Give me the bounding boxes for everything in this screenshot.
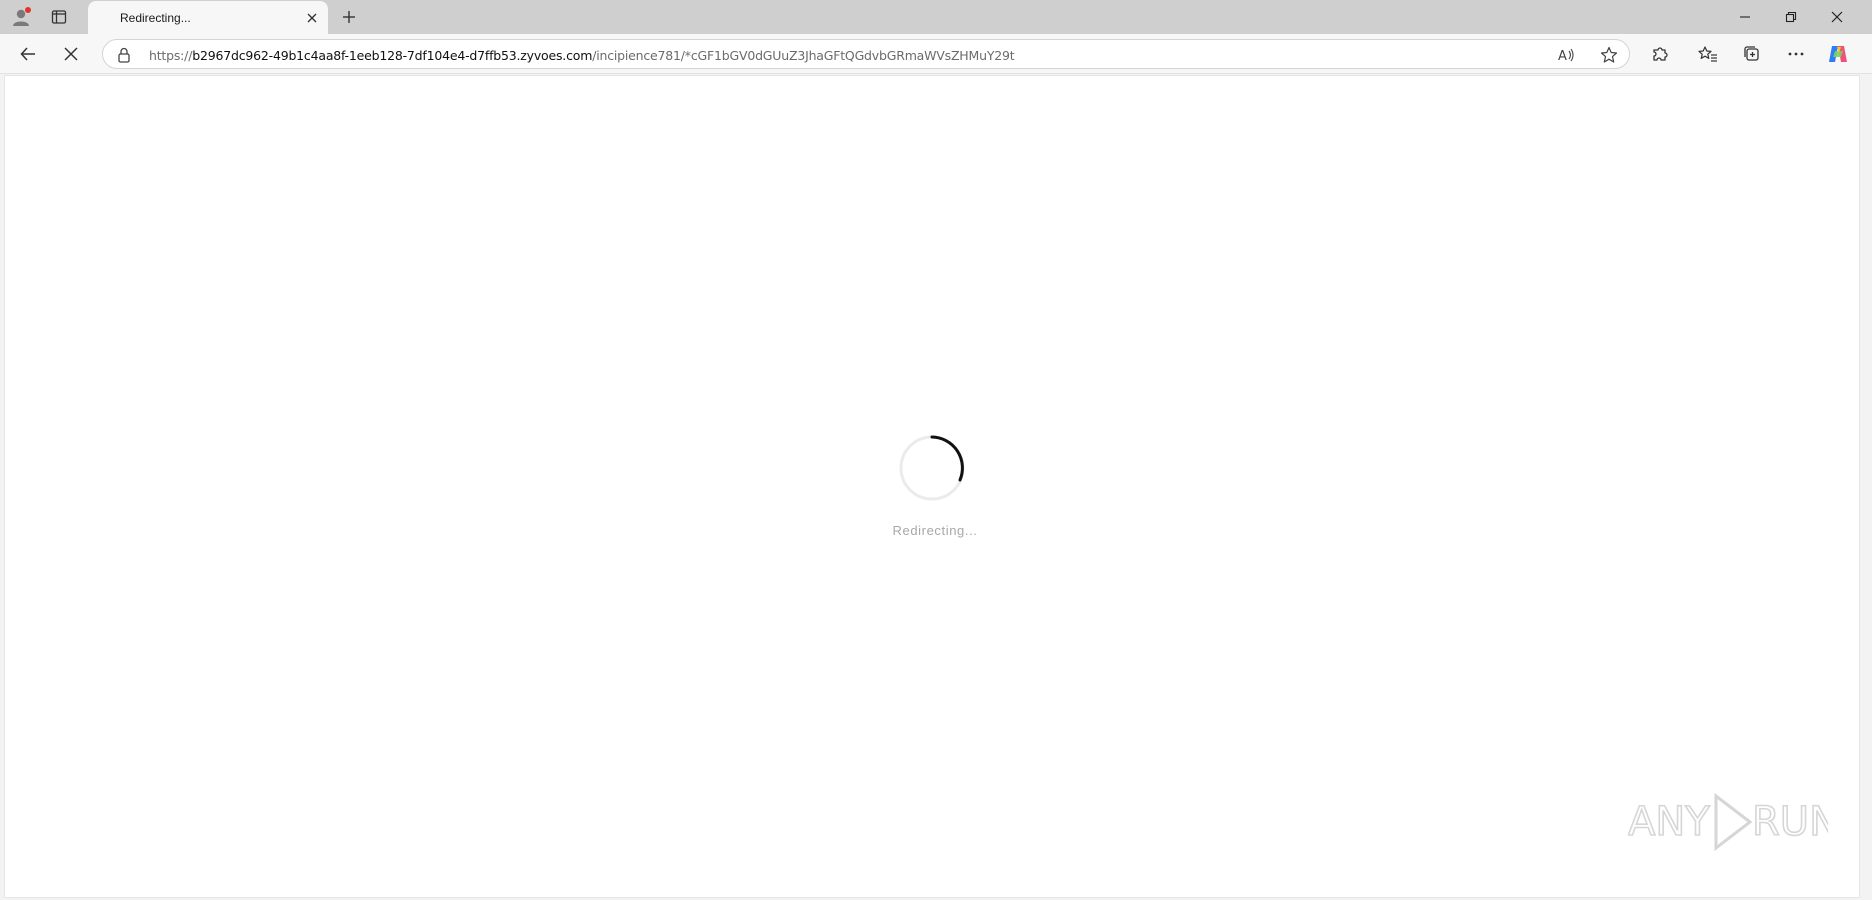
svg-text:ANY: ANY [1628, 799, 1710, 845]
tab-actions-icon[interactable] [46, 5, 72, 29]
navigation-toolbar: https://b2967dc962-49b1c4aa8f-1eeb128-7d… [0, 34, 1872, 74]
tab-strip: Redirecting... [0, 0, 1872, 34]
minimize-icon [1740, 16, 1750, 18]
collections-icon[interactable] [1737, 40, 1767, 68]
loading-spinner [899, 435, 965, 501]
restore-icon [1785, 11, 1797, 23]
minimize-button[interactable] [1722, 0, 1768, 34]
url-scheme: https:// [149, 48, 193, 63]
url-text[interactable]: https://b2967dc962-49b1c4aa8f-1eeb128-7d… [149, 48, 1015, 63]
close-icon[interactable] [302, 8, 322, 28]
more-icon[interactable] [1781, 40, 1811, 68]
anyrun-watermark-logo: ANY RUN [1628, 792, 1828, 852]
read-aloud-icon[interactable]: A [1553, 44, 1579, 66]
close-window-button[interactable] [1814, 0, 1860, 34]
back-arrow-icon [20, 47, 35, 61]
back-button[interactable] [13, 40, 43, 68]
url-path: /incipience781/*cGF1bGV0dGUuZ3JhaGFtQGdv… [592, 48, 1015, 63]
copilot-icon[interactable] [1823, 40, 1853, 68]
favorites-icon[interactable] [1693, 40, 1723, 68]
close-icon [1831, 11, 1843, 23]
tab-title: Redirecting... [120, 11, 191, 25]
redirecting-status-text: Redirecting... [892, 523, 978, 538]
url-host: b2967dc962-49b1c4aa8f-1eeb128-7df104e4-d… [192, 48, 593, 63]
window-edge [1860, 75, 1872, 898]
profile-icon[interactable] [8, 5, 34, 29]
svg-text:RUN: RUN [1752, 799, 1828, 845]
address-bar[interactable]: https://b2967dc962-49b1c4aa8f-1eeb128-7d… [102, 39, 1630, 69]
page-content: Redirecting... [4, 75, 1860, 898]
stop-icon [64, 47, 78, 61]
plus-icon [343, 11, 355, 23]
restore-button[interactable] [1768, 0, 1814, 34]
new-tab-button[interactable] [336, 5, 362, 29]
puzzle-icon[interactable] [1645, 40, 1675, 68]
stop-button[interactable] [56, 40, 86, 68]
lock-icon[interactable] [115, 46, 133, 64]
tab-active[interactable]: Redirecting... [88, 1, 328, 34]
browser-window: Redirecting... https://b2967dc962-49b1c4… [0, 0, 1872, 900]
star-icon[interactable] [1596, 44, 1622, 66]
svg-text:A: A [1558, 49, 1567, 63]
